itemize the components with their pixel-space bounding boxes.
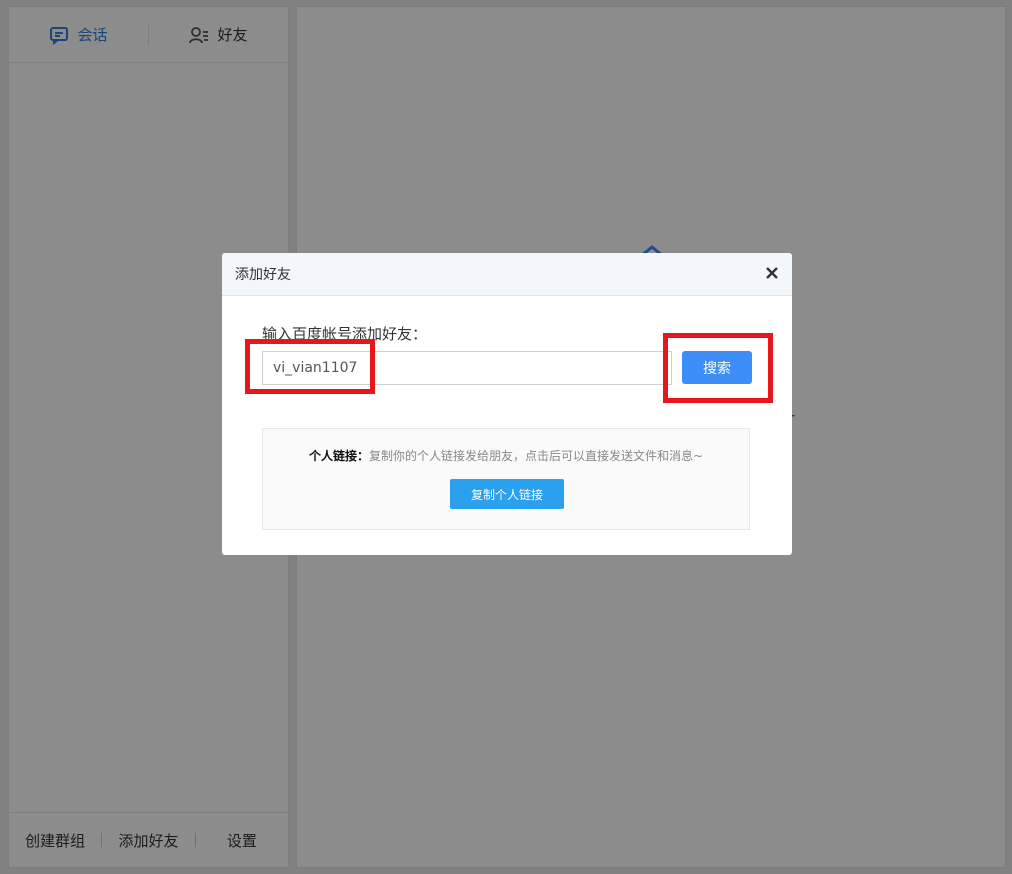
personal-link-description: 复制你的个人链接发给朋友，点击后可以直接发送文件和消息~ bbox=[368, 449, 704, 463]
account-input[interactable] bbox=[262, 351, 672, 385]
dialog-title: 添加好友 bbox=[235, 267, 291, 283]
personal-link-line: 个人链接：复制你的个人链接发给朋友，点击后可以直接发送文件和消息~ bbox=[263, 447, 749, 464]
add-friend-dialog: 添加好友 输入百度帐号添加好友： 搜索 个人链接：复制你的个人链接发给朋友，点击… bbox=[222, 253, 792, 555]
copy-personal-link-button[interactable]: 复制个人链接 bbox=[450, 479, 564, 509]
dialog-header: 添加好友 bbox=[222, 253, 792, 296]
account-field-label: 输入百度帐号添加好友： bbox=[262, 325, 428, 343]
search-button[interactable]: 搜索 bbox=[682, 351, 752, 384]
personal-link-panel: 个人链接：复制你的个人链接发给朋友，点击后可以直接发送文件和消息~ 复制个人链接 bbox=[262, 428, 750, 530]
close-icon[interactable] bbox=[764, 265, 780, 281]
personal-link-title: 个人链接： bbox=[308, 449, 369, 463]
